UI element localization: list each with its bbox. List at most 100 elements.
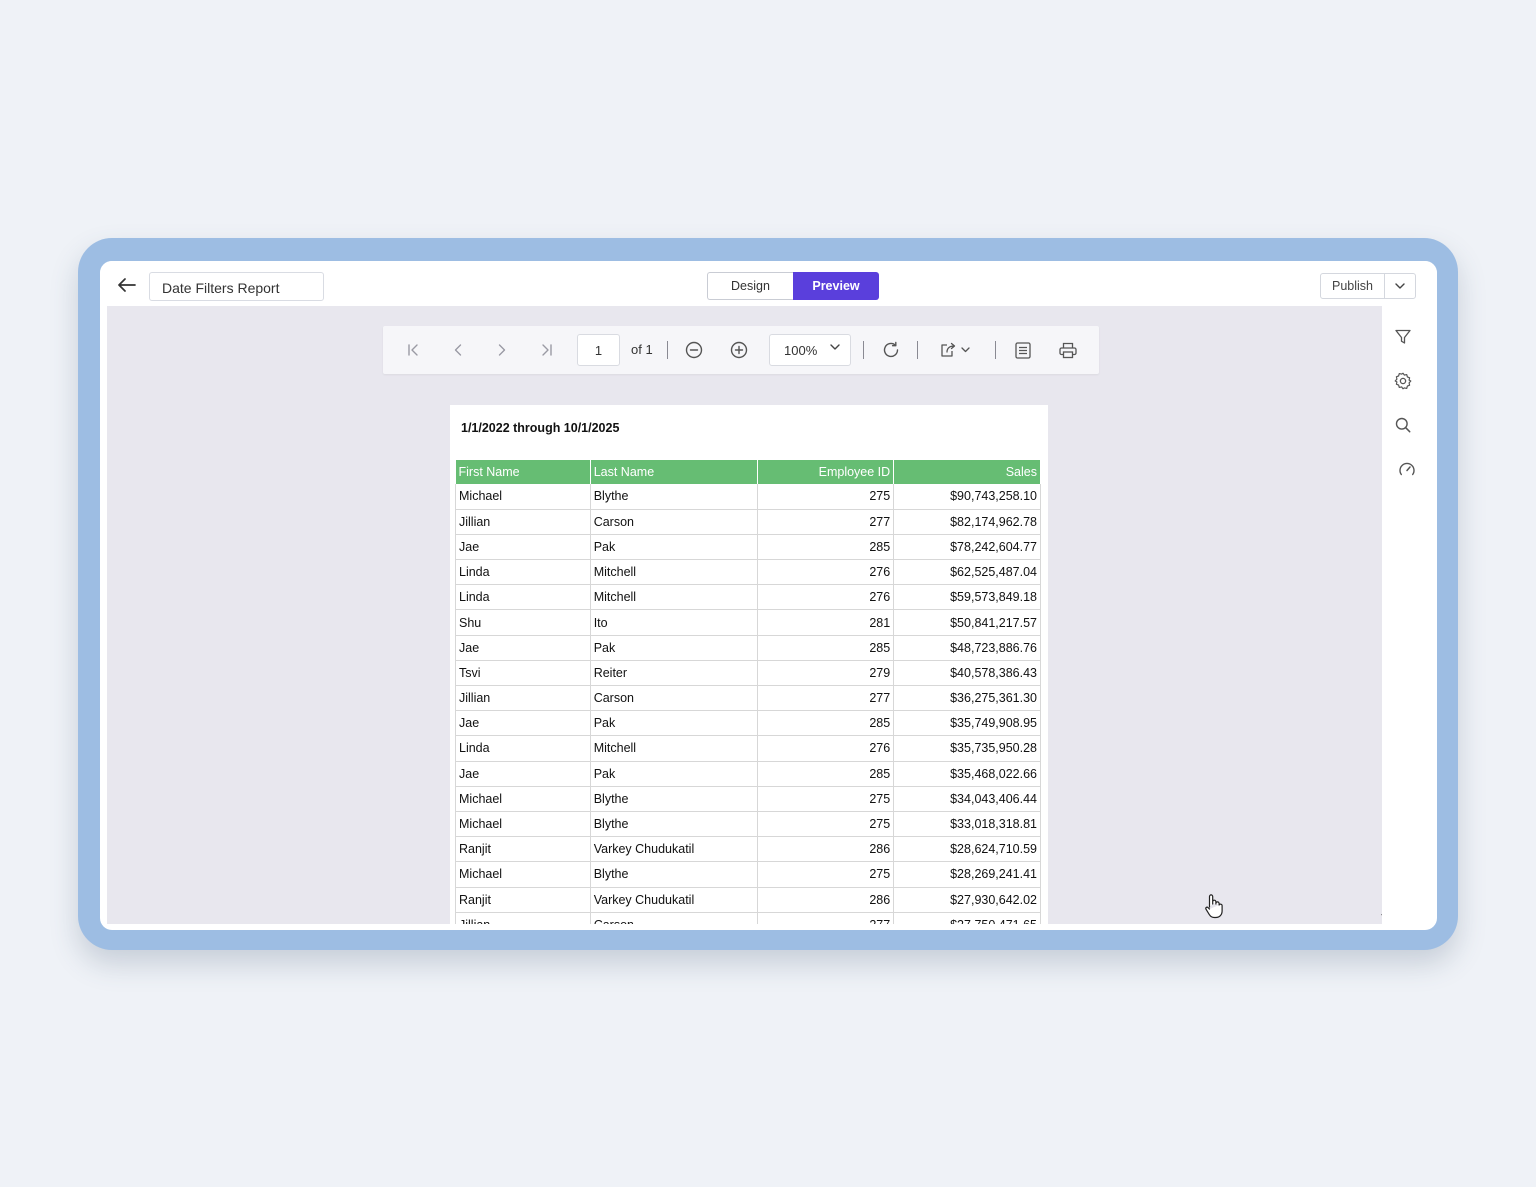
table-row: Ranjit Varkey Chudukatil 286 $27,930,642.02 (455, 887, 1041, 913)
cell-employee-id: 279 (757, 660, 895, 687)
cell-last-name: Blythe (590, 484, 759, 510)
export-button[interactable] (938, 339, 974, 361)
report-title-field[interactable]: Date Filters Report (149, 272, 324, 301)
print-icon (1059, 342, 1077, 358)
side-panel (1382, 306, 1430, 924)
arrow-left-icon (118, 278, 136, 292)
viewer-toolbar: 1 of 1 100% (383, 326, 1099, 374)
table-row: Michael Blythe 275 $28,269,241.41 (455, 861, 1041, 888)
cell-last-name: Carson (590, 912, 759, 924)
cell-employee-id: 277 (757, 912, 895, 924)
cell-first-name: Linda (455, 559, 591, 586)
publish-options-button[interactable] (1385, 274, 1415, 298)
cell-employee-id: 286 (757, 887, 895, 913)
chevron-down-icon (1395, 283, 1405, 289)
table-row: Linda Mitchell 276 $59,573,849.18 (455, 584, 1041, 611)
table-row: Tsvi Reiter 279 $40,578,386.43 (455, 660, 1041, 687)
table-body: Michael Blythe 275 $90,743,258.10 Jillian Car… (455, 484, 1041, 924)
refresh-button[interactable] (880, 339, 902, 361)
cell-employee-id: 276 (757, 584, 895, 611)
cell-last-name: Pak (590, 635, 759, 661)
print-button[interactable] (1057, 339, 1079, 361)
publish-split-button: Publish (1320, 273, 1416, 299)
cell-employee-id: 275 (757, 811, 895, 838)
zoom-in-icon (730, 341, 748, 359)
cell-sales: $36,275,361.30 (893, 685, 1041, 712)
cell-sales: $33,018,318.81 (893, 811, 1041, 838)
gear-icon (1394, 372, 1412, 390)
table-row: Ranjit Varkey Chudukatil 286 $28,624,710.59 (455, 836, 1041, 863)
table-row: Jae Pak 285 $48,723,886.76 (455, 635, 1041, 661)
cell-sales: $35,749,908.95 (893, 710, 1041, 737)
previous-page-button[interactable] (447, 339, 469, 361)
table-row: Michael Blythe 275 $33,018,318.81 (455, 811, 1041, 838)
first-page-icon (408, 344, 418, 356)
previous-page-icon (454, 344, 462, 356)
gauge-icon (1399, 462, 1415, 476)
table-row: Jae Pak 285 $35,468,022.66 (455, 761, 1041, 787)
first-page-button[interactable] (402, 339, 424, 361)
cell-first-name: Jillian (455, 912, 591, 924)
cell-last-name: Varkey Chudukatil (590, 887, 759, 913)
report-viewer-window: Date Filters Report Design Preview Publi… (100, 261, 1437, 930)
cell-first-name: Michael (455, 484, 591, 510)
cell-employee-id: 286 (757, 836, 895, 863)
sales-table: First Name Last Name Employee ID Sales M… (455, 460, 1041, 924)
cell-first-name: Tsvi (455, 660, 591, 687)
publish-button[interactable]: Publish (1321, 274, 1385, 298)
cell-sales: $28,624,710.59 (893, 836, 1041, 863)
page-setup-button[interactable] (1012, 339, 1034, 361)
cell-sales: $62,525,487.04 (893, 559, 1041, 586)
last-page-button[interactable] (536, 339, 558, 361)
cell-employee-id: 277 (757, 509, 895, 535)
zoom-out-button[interactable] (683, 339, 705, 361)
preview-tab[interactable]: Preview (793, 272, 879, 300)
refresh-icon (883, 341, 899, 358)
cell-employee-id: 276 (757, 559, 895, 586)
cell-sales: $27,750,471.65 (893, 912, 1041, 924)
cell-first-name: Ranjit (455, 887, 591, 913)
cell-last-name: Pak (590, 534, 759, 561)
cell-sales: $35,735,950.28 (893, 735, 1041, 762)
back-button[interactable] (116, 274, 138, 296)
table-row: Jillian Carson 277 $82,174,962.78 (455, 509, 1041, 535)
cell-first-name: Michael (455, 811, 591, 838)
toolbar-divider (917, 341, 918, 359)
cell-employee-id: 275 (757, 786, 895, 812)
cell-sales: $35,468,022.66 (893, 761, 1041, 787)
cell-last-name: Pak (590, 761, 759, 787)
zoom-select[interactable]: 100% (769, 334, 851, 366)
cell-employee-id: 276 (757, 735, 895, 762)
filter-icon (1395, 329, 1411, 344)
cell-last-name: Mitchell (590, 584, 759, 611)
chevron-down-icon (830, 344, 840, 350)
cell-employee-id: 285 (757, 635, 895, 661)
page-number-input[interactable]: 1 (577, 334, 620, 366)
cell-employee-id: 285 (757, 534, 895, 561)
performance-button[interactable] (1396, 458, 1418, 480)
cell-employee-id: 285 (757, 710, 895, 737)
cell-sales: $34,043,406.44 (893, 786, 1041, 812)
cell-employee-id: 281 (757, 609, 895, 636)
table-row: Michael Blythe 275 $90,743,258.10 (455, 484, 1041, 510)
cell-sales: $27,930,642.02 (893, 887, 1041, 913)
zoom-in-button[interactable] (728, 339, 750, 361)
settings-button[interactable] (1392, 370, 1414, 392)
search-button[interactable] (1392, 414, 1414, 436)
filter-button[interactable] (1392, 326, 1414, 348)
cell-sales: $28,269,241.41 (893, 861, 1041, 888)
next-page-button[interactable] (491, 339, 513, 361)
table-header-row: First Name Last Name Employee ID Sales (455, 460, 1041, 484)
table-row: Linda Mitchell 276 $62,525,487.04 (455, 559, 1041, 586)
mode-switch: Design Preview (707, 272, 879, 300)
toolbar-divider (863, 341, 864, 359)
design-tab[interactable]: Design (707, 272, 793, 300)
cell-first-name: Jillian (455, 509, 591, 535)
page-count-label: of 1 (631, 342, 653, 357)
app-header: Date Filters Report Design Preview Publi… (100, 261, 1437, 306)
cell-sales: $40,578,386.43 (893, 660, 1041, 687)
cell-employee-id: 275 (757, 861, 895, 888)
cell-first-name: Ranjit (455, 836, 591, 863)
cell-last-name: Pak (590, 710, 759, 737)
cell-first-name: Michael (455, 861, 591, 888)
